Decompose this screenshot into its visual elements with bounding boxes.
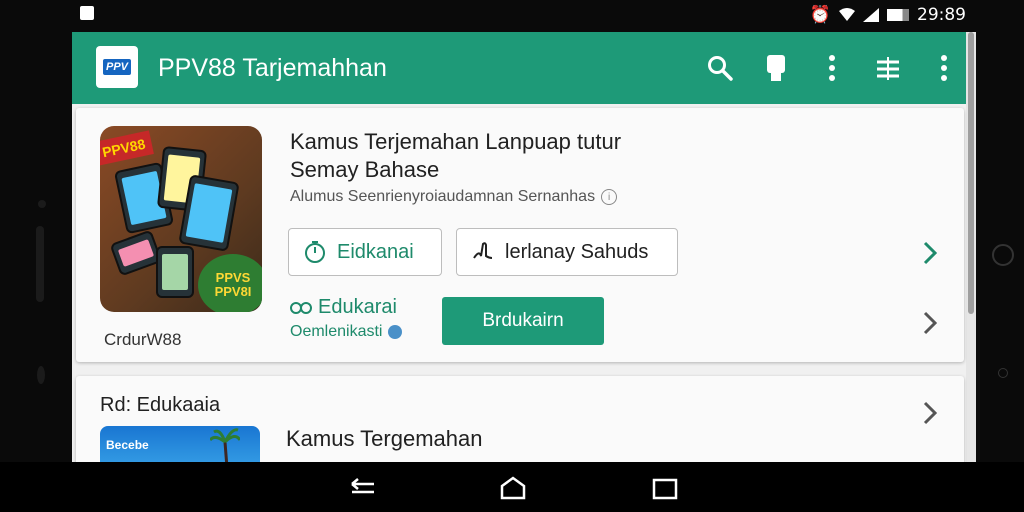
alarm-icon: ⏰ <box>809 5 831 25</box>
app-card[interactable]: PPV88 PPVS PPV8I CrdurW88 Kamus Terjemah… <box>76 108 964 362</box>
bookmark-icon[interactable] <box>762 50 790 86</box>
filter-icon[interactable] <box>874 50 902 86</box>
globe-icon <box>388 325 403 339</box>
edu-title: Edukarai <box>318 296 397 318</box>
card2-title[interactable]: Kamus Tergemahan <box>286 426 483 452</box>
back-icon[interactable] <box>348 476 378 500</box>
card-subtitle: Alumus Seenrienyroiaudamnan Sernanhas <box>290 188 596 205</box>
app-card-2[interactable]: Rd: Edukaaia Becebe Kamus Tergemahan <box>76 376 964 462</box>
edu-subtitle: Oemlenikasti <box>290 323 383 340</box>
scrollbar-thumb[interactable] <box>968 32 974 314</box>
chevron-right-icon[interactable] <box>920 398 940 428</box>
outline-button-1[interactable]: Eidkanai <box>288 228 442 276</box>
card2-label: Rd: Edukaaia <box>100 394 221 416</box>
edu-block: Edukarai Oemlenikasti <box>290 296 403 341</box>
battery-icon <box>887 9 909 21</box>
outline-button-2-label: lerlanay Sahuds <box>505 240 649 263</box>
thumb-badge-top: PPV88 <box>100 130 154 166</box>
camera-dot <box>38 200 46 208</box>
search-icon[interactable] <box>706 50 734 86</box>
scrollbar-track[interactable] <box>966 32 976 462</box>
outline-button-1-label: Eidkanai <box>337 240 414 263</box>
home-icon[interactable] <box>498 476 528 500</box>
phone-image <box>178 174 240 252</box>
outline-button-2[interactable]: lerlanay Sahuds <box>456 228 678 276</box>
app-logo-text: PPV <box>102 59 131 75</box>
card-subtitle-row: Alumus Seenrienyroiaudamnan Sernanhas i <box>290 188 618 206</box>
app-title: PPV88 Tarjemahhan <box>158 54 387 82</box>
volume-button <box>36 226 44 302</box>
card-title[interactable]: Kamus Terjemahan Lanpuap tutur Semay Bah… <box>290 128 670 184</box>
app-screen: PPV PPV88 Tarjemahhan PPV88 PPVS PPV8I C… <box>72 32 976 462</box>
navigation-bar <box>0 462 1024 512</box>
thumb-caption: CrdurW88 <box>104 330 182 349</box>
primary-button[interactable]: Brdukairn <box>442 297 604 345</box>
link-icon <box>290 301 312 314</box>
chevron-right-icon[interactable] <box>920 238 940 268</box>
palm-tree-icon <box>210 428 240 462</box>
notification-icon <box>80 6 94 20</box>
phone-image <box>156 246 194 298</box>
clock-text: 29:89 <box>917 5 966 25</box>
more-vert-icon[interactable] <box>818 50 846 86</box>
info-icon[interactable]: i <box>601 189 618 205</box>
wifi-icon <box>839 8 855 21</box>
chevron-right-icon[interactable] <box>920 308 940 338</box>
app-bar: PPV PPV88 Tarjemahhan <box>72 32 976 104</box>
card2-thumb-text: Becebe <box>106 438 149 452</box>
sensor-dot <box>998 368 1008 378</box>
thumb-badge-bottom: PPVS PPV8I <box>198 254 262 312</box>
card2-thumbnail[interactable]: Becebe <box>100 426 260 462</box>
status-bar: ⏰ 29:89 <box>72 0 976 32</box>
app-thumbnail[interactable]: PPV88 PPVS PPV8I <box>100 126 262 312</box>
signal-icon <box>863 8 879 22</box>
hand-icon <box>473 242 493 259</box>
recents-icon[interactable] <box>650 476 680 500</box>
app-logo: PPV <box>96 46 138 88</box>
home-sensor <box>992 244 1014 266</box>
more-vert-icon[interactable] <box>930 50 958 86</box>
timer-icon <box>305 241 325 263</box>
phone-image <box>109 229 163 277</box>
power-button <box>37 366 45 384</box>
